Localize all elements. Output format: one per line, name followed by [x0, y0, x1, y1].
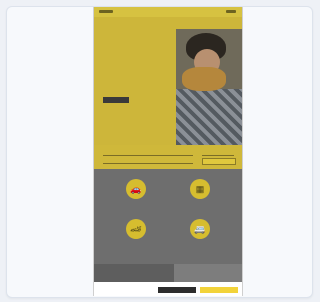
van-icon: 🚐	[190, 219, 210, 239]
pickup-location-field[interactable]	[103, 150, 193, 156]
category-item[interactable]: ▦	[170, 175, 230, 215]
return-location-field[interactable]	[103, 158, 193, 164]
page-screenshot: 🚗 ▦ 🏎 🚐	[93, 7, 243, 296]
promo-banner	[94, 264, 242, 282]
photo-shirt	[176, 89, 242, 145]
sports-car-icon: 🏎	[126, 219, 146, 239]
preview-card: 🚗 ▦ 🏎 🚐	[6, 6, 313, 298]
promo-image	[174, 264, 242, 282]
top-navigation-bar	[94, 7, 242, 17]
category-grid: 🚗 ▦ 🏎 🚐	[94, 169, 242, 264]
hero-photo	[176, 29, 242, 145]
brand-logo[interactable]	[99, 10, 113, 13]
car-icon: 🚗	[126, 179, 146, 199]
menu-icon[interactable]	[226, 10, 236, 13]
accept-button[interactable]	[200, 287, 238, 293]
category-item[interactable]: 🚐	[170, 215, 230, 255]
cookie-banner	[94, 282, 242, 296]
hero-section	[94, 17, 242, 145]
search-form	[94, 145, 242, 169]
decline-button[interactable]	[158, 287, 196, 293]
search-button[interactable]	[202, 158, 236, 165]
calendar-icon: ▦	[190, 179, 210, 199]
hero-button[interactable]	[103, 97, 129, 103]
photo-bread	[182, 67, 226, 91]
category-item[interactable]: 🚗	[106, 175, 166, 215]
date-select[interactable]	[202, 150, 234, 156]
category-item[interactable]: 🏎	[106, 215, 166, 255]
